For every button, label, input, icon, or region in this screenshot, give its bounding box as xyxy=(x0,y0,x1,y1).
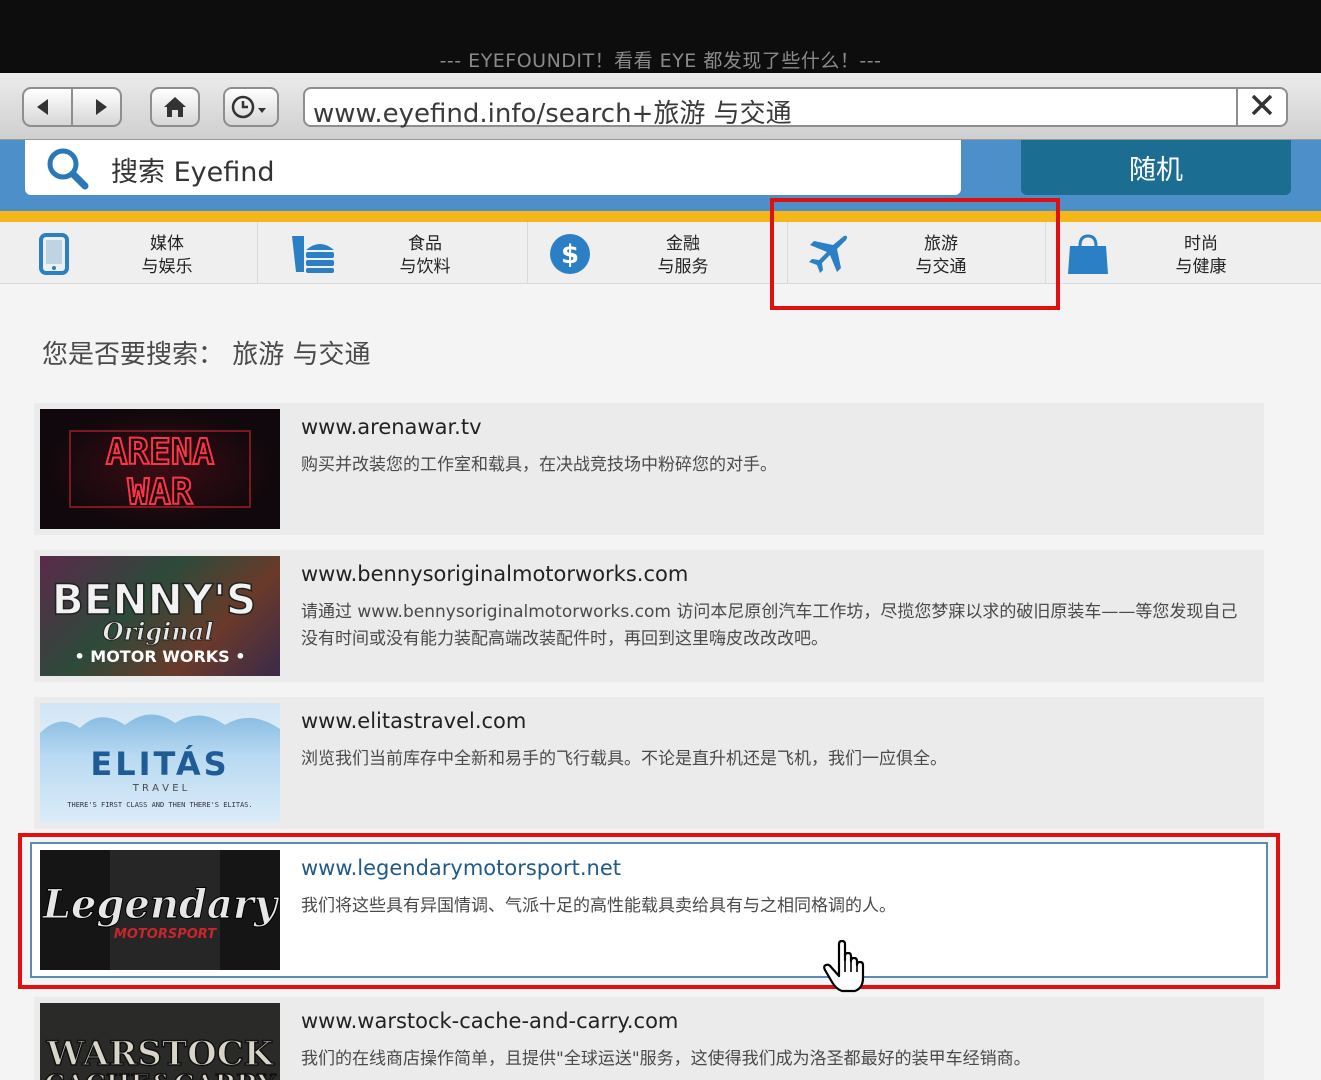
thumb-text: ARENA xyxy=(106,432,215,473)
history-button[interactable] xyxy=(223,87,279,127)
search-placeholder: 搜索 Eyefind xyxy=(111,157,275,188)
result-description: 购买并改装您的工作室和载具，在决战竞技场中粉碎您的对手。 xyxy=(301,455,777,475)
highlight-box-result xyxy=(18,833,1280,989)
thumb-text: WAR xyxy=(127,472,192,513)
highlight-box-nav xyxy=(770,198,1060,310)
did-you-mean: 您是否要搜索： 旅游 与交通 xyxy=(42,340,371,370)
result-url[interactable]: www.arenawar.tv xyxy=(301,415,482,439)
close-x-icon xyxy=(1250,93,1274,121)
home-button[interactable] xyxy=(150,87,200,127)
thumb-text: Original xyxy=(103,617,214,646)
eyefind-header: 搜索 Eyefind 随机 xyxy=(0,140,1321,212)
category-finance[interactable]: $ 金融 与服务 xyxy=(530,222,788,284)
thumb-text: T R A V E L xyxy=(132,783,188,794)
thumb-text: CACHE&CARRY xyxy=(44,1070,276,1080)
thumb-text: THERE'S FIRST CLASS AND THEN THERE'S ELI… xyxy=(67,801,252,809)
search-icon xyxy=(45,146,91,196)
result-description: 浏览我们当前库存中全新和易手的飞行载具。不论是直升机还是飞机，我们一应俱全。 xyxy=(301,749,947,769)
category-nav: 媒体 与娱乐 食品 与饮料 $ 金融 与服务 旅游 与交通 时尚 与健康 xyxy=(0,222,1321,284)
forward-arrow-icon[interactable] xyxy=(90,96,112,118)
category-media[interactable]: 媒体 与娱乐 xyxy=(0,222,258,284)
accent-stripe xyxy=(0,211,1321,222)
search-input[interactable]: 搜索 Eyefind xyxy=(25,140,961,195)
tablet-icon xyxy=(38,232,82,276)
result-description: 我们的在线商店操作简单，且提供"全球运送"服务，这使得我们成为洛圣都最好的装甲车… xyxy=(301,1049,1031,1069)
toolbar-divider xyxy=(70,89,73,125)
browser-toolbar: www.eyefind.info/search+旅游 与交通 xyxy=(0,73,1321,140)
search-result[interactable]: BENNY'S Original • MOTOR WORKS • www.ben… xyxy=(34,550,1264,682)
result-thumbnail[interactable]: ARENA WAR xyxy=(40,409,280,529)
category-label: 食品 与饮料 xyxy=(399,234,451,277)
result-thumbnail[interactable]: ELITÁS T R A V E L THERE'S FIRST CLASS A… xyxy=(40,703,280,823)
category-food[interactable]: 食品 与饮料 xyxy=(270,222,528,284)
food-tray-icon xyxy=(290,232,334,276)
thumb-text: ELITÁS xyxy=(90,745,229,783)
thumb-text: • MOTOR WORKS • xyxy=(74,647,245,666)
window-title: --- EYEFOUNDIT！看看 EYE 都发现了些什么！--- xyxy=(439,50,882,72)
address-bar[interactable]: www.eyefind.info/search+旅游 与交通 xyxy=(303,87,1288,130)
category-fashion[interactable]: 时尚 与健康 xyxy=(1046,222,1321,284)
search-result[interactable]: WARSTOCK CACHE&CARRY www.warstock-cache-… xyxy=(34,997,1264,1080)
close-button[interactable] xyxy=(1236,89,1286,125)
random-button[interactable]: 随机 xyxy=(1021,140,1291,195)
category-label: 金融 与服务 xyxy=(657,234,709,277)
category-label: 时尚 与健康 xyxy=(1175,234,1227,277)
home-icon xyxy=(162,95,188,119)
url-text[interactable]: www.eyefind.info/search+旅游 与交通 xyxy=(313,93,792,130)
window-titlebar: --- EYEFOUNDIT！看看 EYE 都发现了些什么！--- xyxy=(0,0,1321,73)
category-label: 媒体 与娱乐 xyxy=(141,234,193,277)
result-description: 请通过 www.bennysoriginalmotorworks.com 访问本… xyxy=(301,602,1238,649)
svg-text:$: $ xyxy=(561,240,579,270)
result-thumbnail[interactable]: WARSTOCK CACHE&CARRY xyxy=(40,1003,280,1080)
search-result[interactable]: ELITÁS T R A V E L THERE'S FIRST CLASS A… xyxy=(34,697,1264,829)
result-thumbnail[interactable]: BENNY'S Original • MOTOR WORKS • xyxy=(40,556,280,676)
hand-cursor-icon xyxy=(822,939,866,998)
result-url[interactable]: www.warstock-cache-and-carry.com xyxy=(301,1009,678,1033)
thumb-text: WARSTOCK xyxy=(46,1034,275,1074)
dollar-icon: $ xyxy=(548,232,592,276)
clock-dropdown-icon xyxy=(231,94,271,120)
back-forward-group xyxy=(22,87,122,127)
result-url[interactable]: www.bennysoriginalmotorworks.com xyxy=(301,562,688,586)
back-arrow-icon[interactable] xyxy=(32,96,54,118)
result-url[interactable]: www.elitastravel.com xyxy=(301,709,526,733)
search-result[interactable]: ARENA WAR www.arenawar.tv 购买并改装您的工作室和载具，… xyxy=(34,403,1264,535)
shopping-bag-icon xyxy=(1066,232,1110,276)
